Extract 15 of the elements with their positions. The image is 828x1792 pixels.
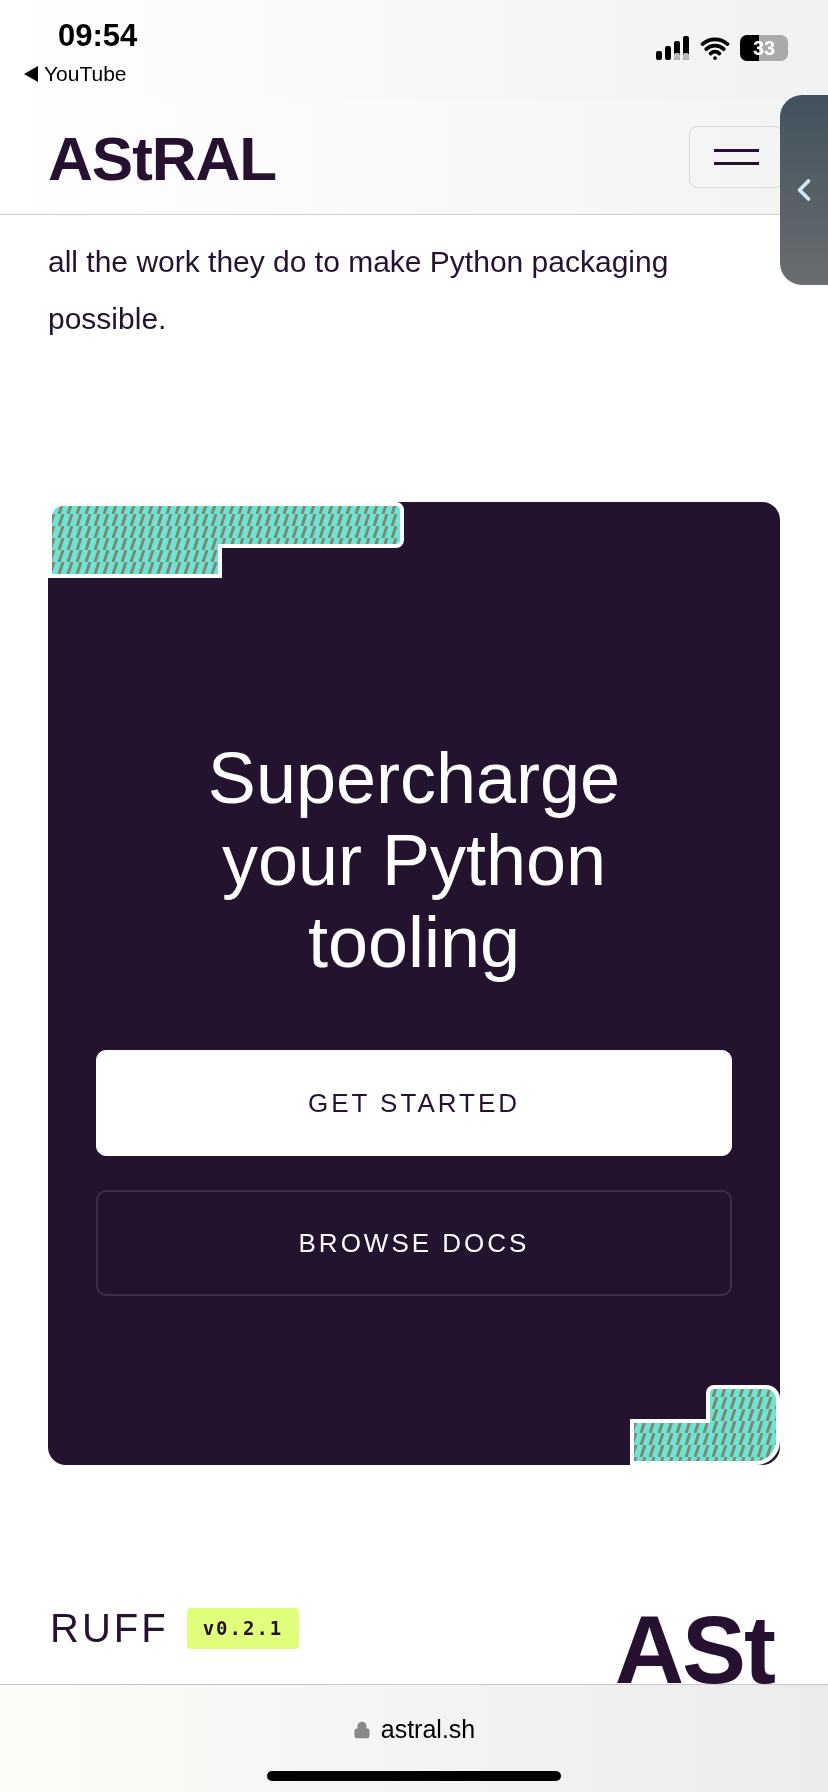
version-badge: v0.2.1 bbox=[186, 1608, 300, 1649]
browse-docs-button[interactable]: BROWSE DOCS bbox=[96, 1190, 732, 1296]
lock-icon bbox=[352, 1720, 371, 1739]
clock-time: 09:54 bbox=[58, 18, 138, 54]
astral-logo: ASt bbox=[614, 1602, 774, 1684]
get-started-button[interactable]: GET STARTED bbox=[96, 1050, 732, 1156]
cta-heading: Supercharge your Python tooling bbox=[206, 737, 622, 983]
astral-logo[interactable]: AStRAL bbox=[48, 128, 277, 190]
side-panel-tab[interactable] bbox=[780, 95, 828, 285]
back-triangle-icon bbox=[24, 65, 38, 82]
signal-icon bbox=[656, 36, 690, 60]
product-name: RUFF bbox=[50, 1608, 169, 1649]
address-bar[interactable]: astral.sh bbox=[352, 1711, 476, 1749]
body-paragraph: all the work they do to make Python packaging possible. bbox=[48, 244, 670, 337]
back-to-app-link[interactable]: YouTube bbox=[24, 58, 138, 90]
